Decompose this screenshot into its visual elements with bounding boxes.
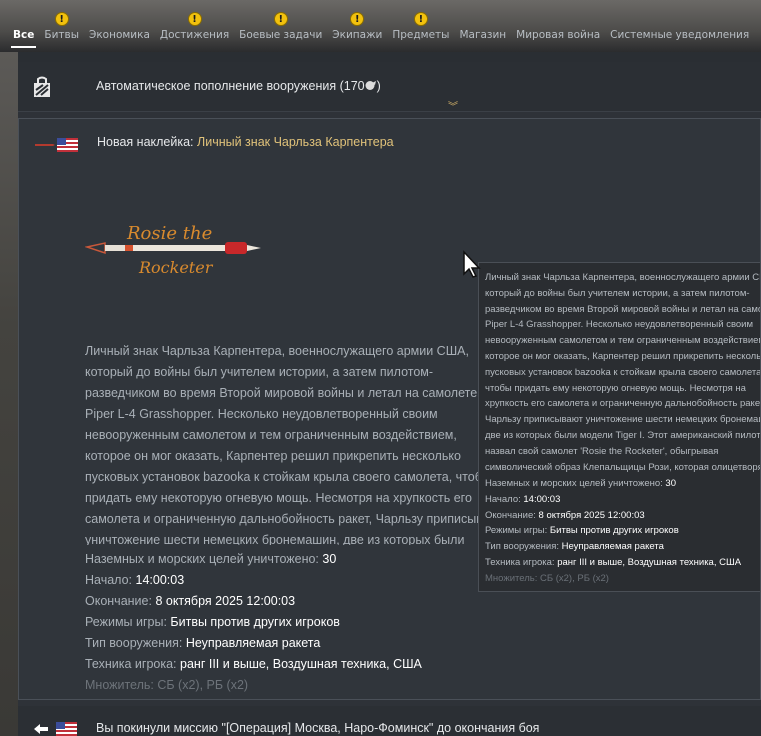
tab-label: Экономика xyxy=(88,29,150,41)
stat-vehicle: Техника игрока: ранг III и выше, Воздушн… xyxy=(85,657,422,671)
tab-0[interactable]: Все xyxy=(8,22,39,48)
decal-tooltip: Личный знак Чарльза Карпентера, военносл… xyxy=(478,262,761,592)
mouse-cursor-icon xyxy=(463,250,481,278)
notification-tabs: Все! Битвы Экономика! Достижения! Боевые зад… xyxy=(0,12,761,48)
tab-label: Боевые задачи xyxy=(239,29,323,41)
warning-icon: ! xyxy=(187,12,202,26)
rocket-usa-flag-icon xyxy=(35,138,78,152)
exit-usa-flag-icon xyxy=(34,722,77,736)
tooltip-stat-end: Окончание: 8 октября 2025 12:00:03 xyxy=(485,509,645,521)
tab-1[interactable]: ! Битвы xyxy=(39,12,84,48)
tooltip-description: Личный знак Чарльза Карпентера, военносл… xyxy=(485,272,761,473)
tab-label: Битвы xyxy=(44,29,79,41)
tab-label: Магазин xyxy=(459,29,507,41)
mission-left-notification: Вы покинули миссию "[Операция] Москва, Н… xyxy=(18,706,761,736)
expand-chevron-icon[interactable]: ︾ xyxy=(448,98,458,113)
tab-4[interactable]: ! Боевые задачи xyxy=(234,12,327,48)
tooltip-stat-vehicle: Техника игрока: ранг III и выше, Воздушн… xyxy=(485,556,742,568)
silver-lion-icon xyxy=(365,81,376,90)
tab-8[interactable]: Мировая война xyxy=(511,22,605,48)
tab-label: Достижения xyxy=(159,29,230,41)
tab-3[interactable]: ! Достижения xyxy=(155,12,234,48)
decal-text-2: Rocketer xyxy=(138,258,214,277)
tab-9[interactable]: Системные уведомления xyxy=(605,22,754,48)
tab-label: Экипажи xyxy=(332,29,383,41)
warning-icon: ! xyxy=(350,12,365,26)
warning-icon: ! xyxy=(54,12,69,26)
tooltip-stat-start: Начало: 14:00:03 xyxy=(485,493,561,505)
auto-replenish-row[interactable]: Автоматическое пополнение вооружения (17… xyxy=(18,62,761,113)
tooltip-stat-targets: Наземных и морских целей уничтожено: 30 xyxy=(485,478,676,489)
tab-label: Все xyxy=(13,29,35,41)
tab-5[interactable]: ! Экипажи xyxy=(327,12,387,48)
stat-end: Окончание: 8 октября 2025 12:00:03 xyxy=(85,594,296,608)
warning-icon: ! xyxy=(273,12,288,26)
decal-text-1: Rosie the xyxy=(126,223,212,244)
stat-modes: Режимы игры: Битвы против других игроков xyxy=(85,615,340,629)
tab-2[interactable]: Экономика xyxy=(84,22,155,48)
decal-notification-title: Новая наклейка: Личный знак Чарльза Карп… xyxy=(97,135,394,149)
tooltip-stat-weapon: Тип вооружения: Неуправляемая ракета xyxy=(485,541,664,553)
stat-multiplier: Множитель: СБ (x2), РБ (x2) xyxy=(85,678,249,692)
auto-replenish-text: Автоматическое пополнение вооружения (17… xyxy=(96,79,381,93)
game-background-left xyxy=(0,52,18,736)
warning-icon: ! xyxy=(413,12,428,26)
tooltip-stat-multiplier: Множитель: СБ (x2), РБ (x2) xyxy=(485,572,609,584)
decal-description: Личный знак Чарльза Карпентера, военносл… xyxy=(85,344,505,545)
mission-left-text: Вы покинули миссию "[Операция] Москва, Н… xyxy=(96,721,540,735)
tab-label: Предметы xyxy=(392,29,450,41)
tab-label: Системные уведомления xyxy=(610,29,750,41)
ammo-crate-icon xyxy=(34,76,50,97)
tab-label: Мировая война xyxy=(516,29,601,41)
tooltip-stat-modes: Режимы игры: Битвы против других игроков xyxy=(485,525,679,537)
stat-weapon: Тип вооружения: Неуправляемая ракета xyxy=(85,636,321,650)
tab-6[interactable]: ! Предметы xyxy=(387,12,454,48)
tab-7[interactable]: Магазин xyxy=(454,22,511,48)
rosie-the-rocketer-decal: Rosie the Rocketer xyxy=(85,223,261,277)
